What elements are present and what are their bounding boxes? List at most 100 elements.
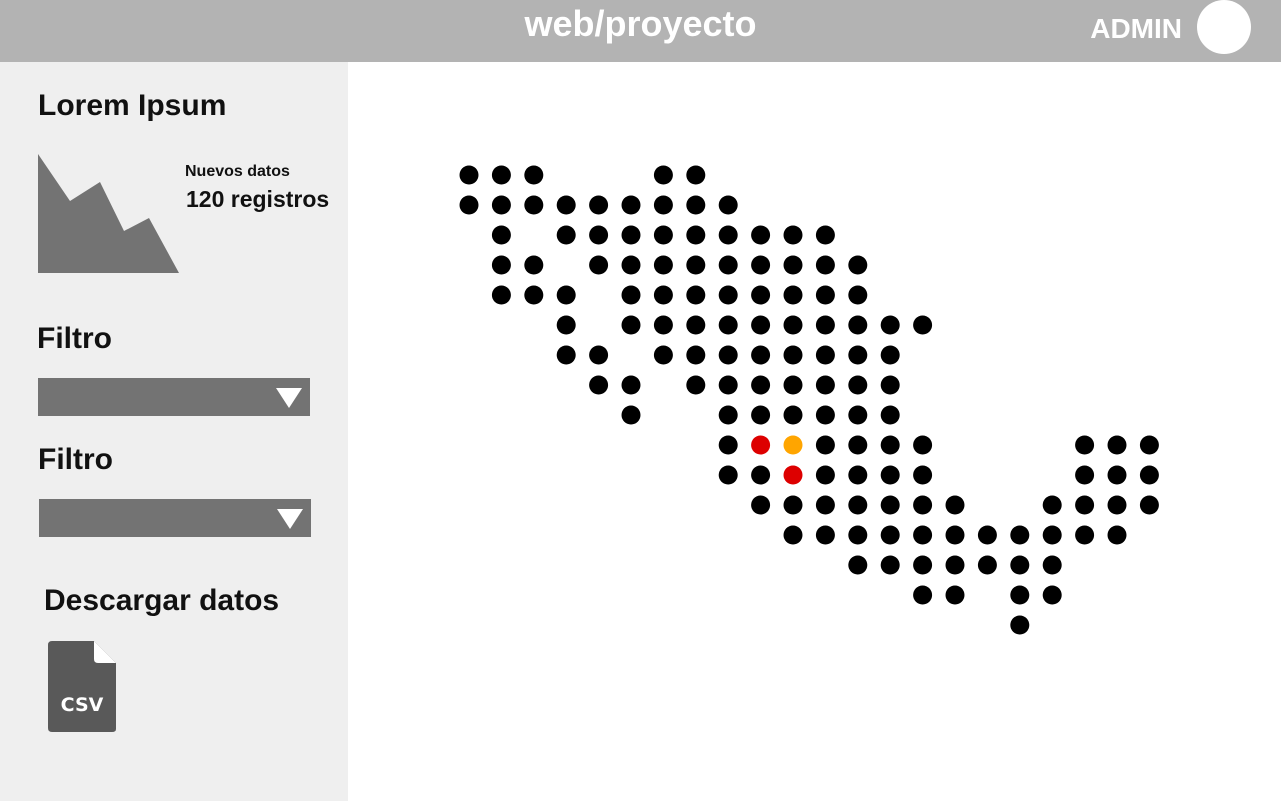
map-dot[interactable] <box>880 345 900 365</box>
map-dot[interactable] <box>686 375 706 395</box>
map-dot[interactable] <box>556 285 576 305</box>
map-dot[interactable] <box>524 195 544 215</box>
map-dot[interactable] <box>783 375 803 395</box>
map-dot[interactable] <box>751 285 771 305</box>
map-dot[interactable] <box>686 165 706 185</box>
map-dot[interactable] <box>621 285 641 305</box>
map-dot[interactable] <box>686 345 706 365</box>
map-dot[interactable] <box>783 345 803 365</box>
map-dot[interactable] <box>751 495 771 515</box>
map-dot[interactable] <box>556 315 576 335</box>
map-dot[interactable] <box>751 225 771 245</box>
map-dot[interactable] <box>1075 465 1095 485</box>
map-dot[interactable] <box>977 525 997 545</box>
map-dot[interactable] <box>751 375 771 395</box>
map-dot[interactable] <box>1010 525 1030 545</box>
map-dot[interactable] <box>653 345 673 365</box>
map-dot[interactable] <box>751 345 771 365</box>
map-dot[interactable] <box>913 495 933 515</box>
map-dot[interactable] <box>848 255 868 275</box>
map-dot[interactable] <box>913 435 933 455</box>
map-dot[interactable] <box>815 315 835 335</box>
map-dot[interactable] <box>1107 465 1127 485</box>
map-dot[interactable] <box>815 375 835 395</box>
map-dot[interactable] <box>945 585 965 605</box>
map-dot[interactable] <box>848 285 868 305</box>
map-dot[interactable] <box>621 195 641 215</box>
map-dot[interactable] <box>1042 525 1062 545</box>
map-dot-highlight-red[interactable] <box>751 435 771 455</box>
map-dot[interactable] <box>848 345 868 365</box>
map-dot[interactable] <box>783 495 803 515</box>
map-dot[interactable] <box>1107 525 1127 545</box>
map-dot[interactable] <box>491 255 511 275</box>
map-dot-highlight-orange[interactable] <box>783 435 803 455</box>
map-dot[interactable] <box>815 405 835 425</box>
map-dot[interactable] <box>653 225 673 245</box>
map-dot[interactable] <box>718 435 738 455</box>
map-dot[interactable] <box>621 405 641 425</box>
map-dot[interactable] <box>945 525 965 545</box>
map-dot[interactable] <box>491 225 511 245</box>
map-dot[interactable] <box>686 225 706 245</box>
map-dot[interactable] <box>718 195 738 215</box>
map-dot[interactable] <box>524 165 544 185</box>
map-dot[interactable] <box>718 405 738 425</box>
map-dot[interactable] <box>491 195 511 215</box>
map-dot[interactable] <box>848 375 868 395</box>
map-dot[interactable] <box>686 195 706 215</box>
map-dot[interactable] <box>718 465 738 485</box>
map-dot[interactable] <box>459 195 479 215</box>
map-dot[interactable] <box>589 195 609 215</box>
map-dot[interactable] <box>945 555 965 575</box>
map-dot[interactable] <box>815 345 835 365</box>
map-dot[interactable] <box>589 225 609 245</box>
map-dot[interactable] <box>718 345 738 365</box>
map-dot[interactable] <box>913 525 933 545</box>
map-dot[interactable] <box>556 225 576 245</box>
map-dot[interactable] <box>848 435 868 455</box>
map-dot[interactable] <box>621 375 641 395</box>
map-dot[interactable] <box>815 285 835 305</box>
map-dot[interactable] <box>686 285 706 305</box>
map-dot[interactable] <box>751 255 771 275</box>
map-dot[interactable] <box>815 225 835 245</box>
map-dot[interactable] <box>880 315 900 335</box>
map-dot[interactable] <box>977 555 997 575</box>
map-dot[interactable] <box>880 405 900 425</box>
map-dot[interactable] <box>686 315 706 335</box>
map-dot[interactable] <box>815 435 835 455</box>
map-dot[interactable] <box>1042 495 1062 515</box>
user-name[interactable]: ADMIN <box>1090 12 1182 46</box>
filter-1-select[interactable] <box>38 378 310 416</box>
map-dot[interactable] <box>1075 435 1095 455</box>
avatar[interactable] <box>1197 0 1251 54</box>
map-dot[interactable] <box>1107 435 1127 455</box>
map-dot[interactable] <box>686 255 706 275</box>
map-dot[interactable] <box>491 165 511 185</box>
map-dot[interactable] <box>653 165 673 185</box>
map-dot[interactable] <box>751 315 771 335</box>
filter-2-select[interactable] <box>39 499 311 537</box>
map-dot[interactable] <box>653 285 673 305</box>
map-dot[interactable] <box>556 195 576 215</box>
map-dot-highlight-red[interactable] <box>783 465 803 485</box>
map-dot[interactable] <box>913 585 933 605</box>
map-dot[interactable] <box>718 225 738 245</box>
map-dot[interactable] <box>1139 465 1159 485</box>
map-dot[interactable] <box>880 495 900 515</box>
map-dot[interactable] <box>945 495 965 515</box>
map-dot[interactable] <box>848 555 868 575</box>
map-dot[interactable] <box>913 465 933 485</box>
map-dot[interactable] <box>621 315 641 335</box>
map-dot[interactable] <box>880 555 900 575</box>
map-dot[interactable] <box>718 315 738 335</box>
map-dot[interactable] <box>1010 585 1030 605</box>
map-dot[interactable] <box>1139 435 1159 455</box>
map-dot[interactable] <box>783 525 803 545</box>
map-dot[interactable] <box>848 315 868 335</box>
map-dot[interactable] <box>653 315 673 335</box>
map-dot[interactable] <box>751 405 771 425</box>
map-dot[interactable] <box>653 195 673 215</box>
map-dot[interactable] <box>621 255 641 275</box>
